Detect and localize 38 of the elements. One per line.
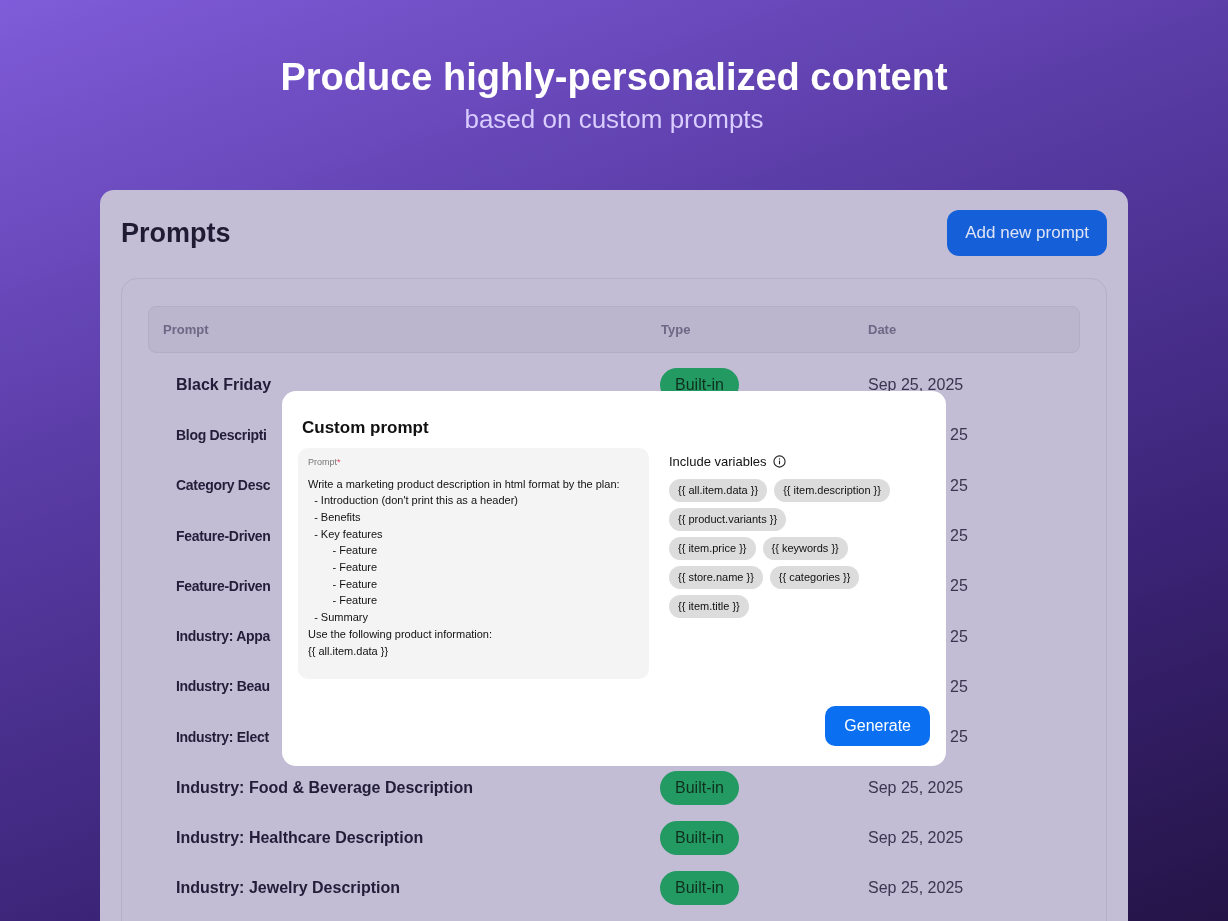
variables-label: Include variables: [669, 453, 767, 471]
type-badge: Built-in: [660, 871, 739, 906]
dialog-title: Custom prompt: [302, 417, 430, 439]
prompt-text: Write a marketing product description in html format by the plan: - Introduction (don't print this as a header) - Benefits - Key features - Feature - Feature - Feature - Feature - Summary Use the following product information: {{ all.item.data }}: [308, 476, 621, 659]
date-cell-text: 25: [950, 475, 968, 496]
variable-chip[interactable]: {{ keywords }}: [762, 536, 848, 560]
variable-chip[interactable]: {{ item.description }}: [774, 478, 890, 502]
date-cell-text: Sep 25, 2025: [868, 375, 964, 396]
date-cell-text: Sep 25, 2025: [868, 827, 964, 848]
variable-chip[interactable]: {{ item.price }}: [669, 536, 756, 560]
prompt-name[interactable]: Industry: Healthcare Description: [176, 825, 660, 850]
prompt-name[interactable]: Industry: Food & Beverage Description: [176, 775, 660, 800]
column-header: Type: [661, 320, 692, 339]
column-header: Date: [868, 320, 897, 339]
page-title: Prompts: [121, 216, 231, 250]
field-label: Prompt*: [308, 456, 342, 469]
prompt-name[interactable]: Industry: Jewelry Description: [176, 876, 660, 901]
type-badge: Built-in: [660, 820, 739, 855]
variable-chip[interactable]: {{ product.variants }}: [669, 507, 787, 531]
add-prompt-button[interactable]: Add new prompt: [947, 210, 1107, 256]
date-cell-text: 25: [950, 676, 968, 697]
variable-chip[interactable]: {{ item.title }}: [669, 594, 749, 618]
date-cell-text: 25: [950, 727, 968, 748]
hero-subtitle: based on custom prompts: [464, 103, 764, 135]
variable-chip[interactable]: {{ store.name }}: [669, 565, 763, 589]
date-cell-text: Sep 25, 2025: [868, 777, 964, 798]
hero-title: Produce highly-personalized content: [280, 55, 948, 99]
variable-chip[interactable]: {{ categories }}: [769, 565, 860, 589]
info-icon[interactable]: [772, 455, 786, 469]
date-cell-text: 25: [950, 626, 968, 647]
date-cell-text: 25: [950, 425, 968, 446]
date-cell-text: 25: [950, 526, 968, 547]
type-badge: Built-in: [660, 770, 739, 805]
generate-button[interactable]: Generate: [825, 706, 930, 746]
column-header: Prompt: [163, 320, 210, 339]
variable-chip[interactable]: {{ all.item.data }}: [669, 478, 768, 502]
date-cell-text: Sep 25, 2025: [868, 878, 964, 899]
date-cell-text: 25: [950, 576, 968, 597]
